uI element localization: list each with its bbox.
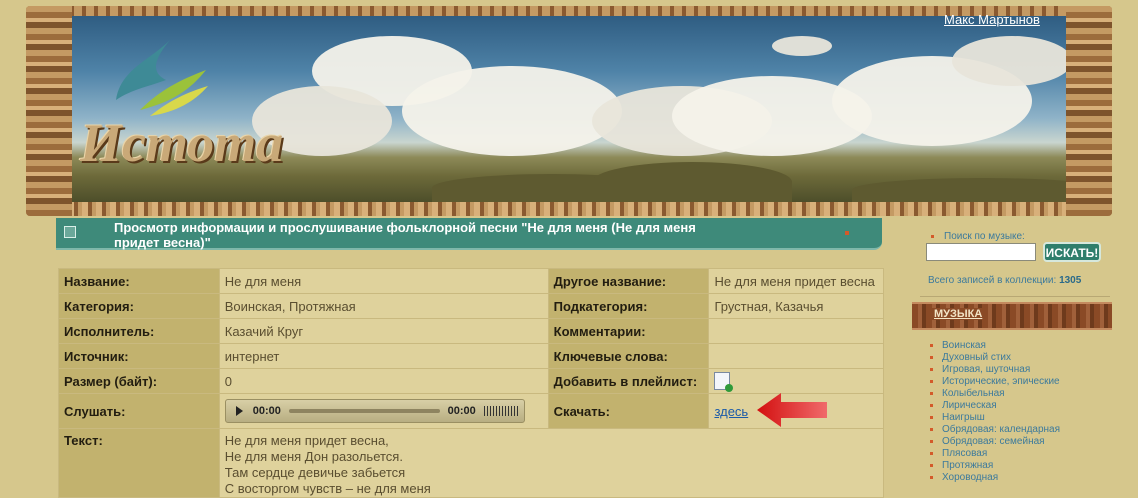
table-row: Текст: Не для меня придет весна, Не для …	[58, 428, 885, 498]
search-input[interactable]	[926, 243, 1036, 261]
table-row: Название: Не для меня Другое название: Н…	[58, 268, 884, 294]
page-title-bar: Просмотр информации и прослушивание фоль…	[56, 218, 882, 250]
collection-total: Всего записей в коллекции: 1305	[928, 275, 1081, 286]
source-value: интернет	[218, 343, 549, 369]
search-button[interactable]: ИСКАТЬ!	[1043, 242, 1101, 262]
play-icon[interactable]	[235, 406, 243, 416]
comments-label: Комментарии:	[547, 318, 710, 344]
red-arrow-icon	[757, 393, 827, 427]
download-label: Скачать:	[547, 393, 710, 429]
genre-link[interactable]: Духовный стих	[930, 352, 1060, 364]
comments-value	[708, 318, 884, 344]
genre-link[interactable]: Хороводная	[930, 472, 1060, 484]
divider	[920, 296, 1110, 297]
size-label: Размер (байт):	[58, 368, 220, 394]
page-title: Просмотр информации и прослушивание фоль…	[114, 220, 696, 250]
total-count: 1305	[1059, 275, 1082, 286]
source-label: Источник:	[58, 343, 220, 369]
genre-link[interactable]: Игровая, шуточная	[930, 364, 1060, 376]
document-icon	[64, 226, 76, 238]
carved-frame-right	[1066, 6, 1112, 216]
subcategory-value: Грустная, Казачья	[708, 293, 884, 319]
category-label: Категория:	[58, 293, 220, 319]
table-row: Размер (байт): 0 Добавить в плейлист:	[58, 368, 884, 394]
search-label: Поиск по музыке:	[944, 231, 1025, 242]
performer-label: Исполнитель:	[58, 318, 220, 344]
user-profile-link[interactable]: Макс Мартынов	[944, 12, 1040, 27]
listen-label: Слушать:	[58, 393, 220, 429]
table-row: Исполнитель: Казачий Круг Комментарии:	[58, 318, 884, 344]
music-section-header: МУЗЫКА	[912, 302, 1112, 330]
player-total-time: 00:00	[447, 405, 476, 417]
playlist-cell	[708, 368, 884, 394]
title-bullet-icon	[845, 231, 849, 235]
lyrics-line: Не для меня Дон разольется.	[224, 449, 403, 464]
carved-frame-left	[26, 6, 72, 216]
genre-link[interactable]: Наигрыш	[930, 412, 1060, 424]
keywords-label: Ключевые слова:	[547, 343, 710, 369]
genre-link[interactable]: Протяжная	[930, 460, 1060, 472]
keywords-value	[708, 343, 884, 369]
table-row: Категория: Воинская, Протяжная Подкатего…	[58, 293, 884, 319]
lyrics-line: Там сердце девичье забьется	[224, 465, 406, 480]
name-label: Название:	[58, 268, 220, 294]
lyrics: Не для меня придет весна, Не для меня До…	[218, 428, 885, 498]
performer-value: Казачий Круг	[218, 318, 549, 344]
table-row: Источник: интернет Ключевые слова:	[58, 343, 884, 369]
lyrics-line: С восторгом чувств – не для меня	[224, 481, 431, 496]
download-link[interactable]: здесь	[714, 404, 748, 419]
total-label: Всего записей в коллекции:	[928, 275, 1057, 286]
name-value: Не для меня	[218, 268, 549, 294]
audio-player[interactable]: 00:00 00:00	[224, 399, 525, 423]
player-cell: 00:00 00:00	[218, 393, 549, 429]
genre-link[interactable]: Воинская	[930, 340, 1060, 352]
genre-link[interactable]: Обрядовая: семейная	[930, 436, 1060, 448]
text-label: Текст:	[58, 428, 220, 498]
category-value: Воинская, Протяжная	[218, 293, 549, 319]
lyrics-line: Не для меня придет весна,	[224, 433, 389, 448]
logo-text: Истоmа	[80, 113, 284, 173]
logo-leaf-icon	[116, 40, 208, 116]
genre-list: Воинская Духовный стих Игровая, шуточная…	[930, 340, 1060, 484]
volume-icon[interactable]	[483, 406, 518, 416]
carved-frame-bottom	[26, 202, 1112, 216]
other-name-value: Не для меня придет весна	[708, 268, 884, 294]
genre-link[interactable]: Лирическая	[930, 400, 1060, 412]
site-logo[interactable]: Истоmа	[80, 40, 283, 180]
search-bullet-icon	[931, 235, 934, 238]
subcategory-label: Подкатегория:	[547, 293, 710, 319]
other-name-label: Другое название:	[547, 268, 710, 294]
playlist-label: Добавить в плейлист:	[547, 368, 710, 394]
genre-link[interactable]: Обрядовая: календарная	[930, 424, 1060, 436]
genre-link[interactable]: Плясовая	[930, 448, 1060, 460]
player-progress-bar[interactable]	[288, 409, 440, 413]
music-heading[interactable]: МУЗЫКА	[932, 308, 985, 320]
genre-link[interactable]: Исторические, эпические	[930, 376, 1060, 388]
player-current-time: 00:00	[252, 405, 281, 417]
size-value: 0	[218, 368, 549, 394]
song-info-table: Название: Не для меня Другое название: Н…	[58, 268, 885, 498]
genre-link[interactable]: Колыбельная	[930, 388, 1060, 400]
add-to-playlist-icon[interactable]	[714, 372, 734, 392]
